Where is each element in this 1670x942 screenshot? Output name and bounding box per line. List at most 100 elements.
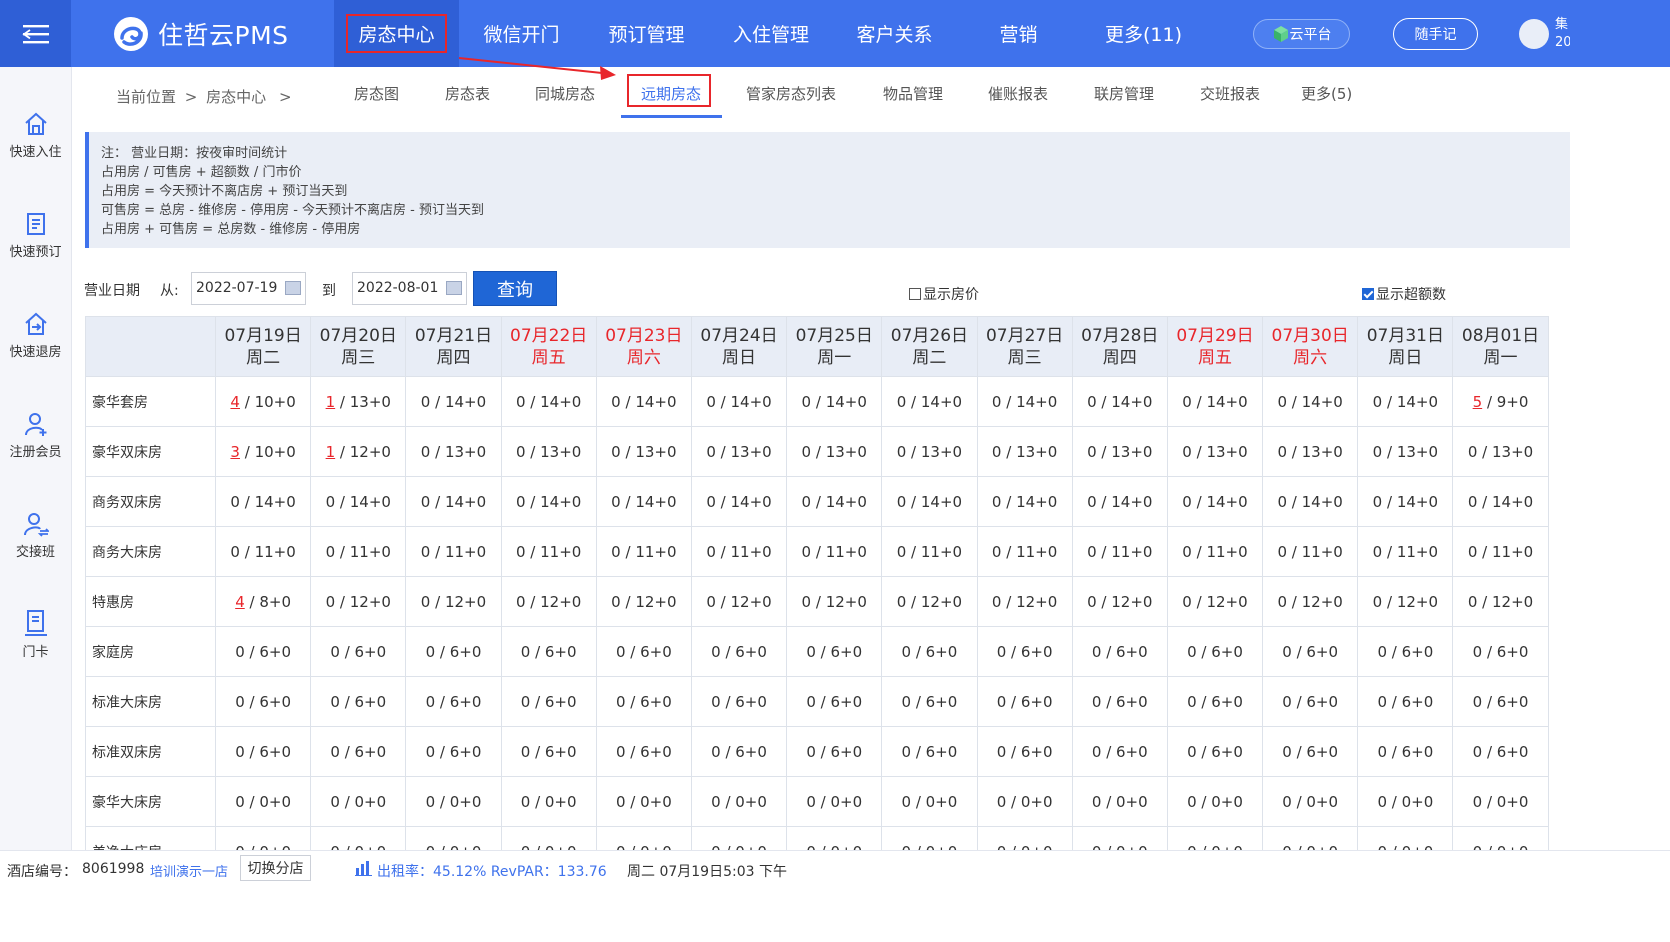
available-count: 14+0 <box>540 492 582 511</box>
note-line: 可售房 = 总房 - 维修房 - 停用房 - 今天预计不离店房 - 预订当天到 <box>101 203 484 218</box>
user-name[interactable]: 集20 <box>1555 16 1570 52</box>
nav-marketing[interactable]: 营销 <box>956 0 1081 67</box>
available-count: 14+0 <box>1016 492 1058 511</box>
date-header: 07月22日 周五 <box>500 316 597 377</box>
available-count: 13+0 <box>1016 442 1058 461</box>
calendar-icon[interactable] <box>446 281 462 295</box>
available-count: 6+0 <box>640 742 672 761</box>
nav-checkin[interactable]: 入住管理 <box>709 0 833 67</box>
availability-cell: 0 / 6+0 <box>214 676 312 727</box>
date-label: 07月23日 <box>605 325 683 346</box>
nav-customer[interactable]: 客户关系 <box>833 0 956 67</box>
availability-cell: 0 / 6+0 <box>976 626 1073 677</box>
hotel-name[interactable]: 培训演示一店 <box>150 861 228 880</box>
nav-more[interactable]: 更多(11) <box>1081 0 1206 67</box>
sidebar-item-shift-handover[interactable]: 交接班 <box>0 511 71 560</box>
occupied-count: 0 <box>1372 392 1383 411</box>
availability-cell: 0 / 14+0 <box>595 476 692 527</box>
occupied-count: 0 <box>1472 792 1483 811</box>
tab-housekeeping-list[interactable]: 管家房态列表 <box>746 83 836 104</box>
occupied-count: 0 <box>425 692 436 711</box>
room-type-name: 标准大床房 <box>85 676 216 727</box>
occupied-count-link[interactable]: 4 <box>235 593 245 611</box>
date-label: 07月20日 <box>319 325 397 346</box>
occupied-count: 0 <box>706 392 716 411</box>
occupied-count-link[interactable]: 5 <box>1473 393 1483 411</box>
tab-dunning-report[interactable]: 催账报表 <box>988 83 1048 104</box>
occupied-count: 0 <box>1091 692 1102 711</box>
available-count: 11+0 <box>1301 542 1343 561</box>
checkbox-box[interactable] <box>909 288 921 300</box>
calendar-icon[interactable] <box>285 281 301 295</box>
available-count: 6+0 <box>1116 692 1148 711</box>
availability-cell: 0 / 6+0 <box>786 676 883 727</box>
sidebar-item-register-member[interactable]: 注册会员 <box>0 411 71 460</box>
availability-cell: 0 / 6+0 <box>500 726 597 777</box>
tab-items[interactable]: 物品管理 <box>883 83 943 104</box>
available-count: 0+0 <box>925 792 958 811</box>
to-date-input[interactable]: 2022-08-01 <box>352 272 467 305</box>
occupied-count: 0 <box>520 692 531 711</box>
available-count: 14+0 <box>730 492 772 511</box>
available-count: 12+0 <box>1396 592 1439 611</box>
query-button[interactable]: 查询 <box>473 271 557 306</box>
avatar[interactable] <box>1519 19 1549 49</box>
cloud-platform-button[interactable]: 云平台 <box>1253 19 1350 49</box>
occupied-count: 0 <box>235 792 245 811</box>
availability-cell: 1 / 13+0 <box>310 376 407 427</box>
availability-cell: 0 / 6+0 <box>690 626 788 677</box>
from-date-input[interactable]: 2022-07-19 <box>191 272 306 305</box>
occupied-count-link[interactable]: 4 <box>230 393 240 411</box>
occupied-count: 0 <box>515 442 526 461</box>
availability-cell: 0 / 11+0 <box>1357 526 1454 577</box>
switch-branch-button[interactable]: 切换分店 <box>240 855 311 881</box>
available-count: 11+0 <box>1016 542 1058 561</box>
occupied-count: 0 <box>801 592 812 611</box>
available-count: 6+0 <box>1401 692 1434 711</box>
tab-room-table[interactable]: 房态表 <box>445 83 490 104</box>
available-count: 14+0 <box>635 392 677 411</box>
nav-booking[interactable]: 预订管理 <box>584 0 709 67</box>
availability-cell: 0 / 14+0 <box>595 376 692 427</box>
app-logo[interactable]: 住哲云PMS <box>112 14 289 54</box>
available-count: 0+0 <box>735 792 767 811</box>
occupied-count-link[interactable]: 1 <box>326 393 336 411</box>
show-overbooking-checkbox[interactable]: 显示超额数 <box>1362 284 1446 304</box>
available-count: 0+0 <box>544 792 577 811</box>
availability-cell: 0 / 13+0 <box>881 426 978 477</box>
tab-more[interactable]: 更多(5) <box>1301 83 1352 104</box>
checkbox-box[interactable] <box>1362 288 1374 300</box>
sidebar-item-door-card[interactable]: 门卡 <box>0 609 71 660</box>
sidebar-item-quick-checkin[interactable]: 快速入住 <box>0 111 71 160</box>
breadcrumb-current[interactable]: 房态中心 <box>206 88 266 106</box>
sidebar-item-quick-checkout[interactable]: 快速退房 <box>0 311 71 360</box>
availability-cell: 0 / 6+0 <box>1357 676 1454 727</box>
nav-wechat-unlock[interactable]: 微信开门 <box>459 0 584 67</box>
nav-room-center[interactable]: 房态中心 <box>334 0 459 67</box>
occupied-count-link[interactable]: 3 <box>230 443 240 461</box>
occupied-count: 0 <box>520 792 531 811</box>
tab-room-map[interactable]: 房态图 <box>354 83 399 104</box>
availability-cell: 0 / 6+0 <box>405 626 502 677</box>
available-count: 6+0 <box>925 692 958 711</box>
tab-linked-rooms[interactable]: 联房管理 <box>1094 83 1154 104</box>
show-price-checkbox[interactable]: 显示房价 <box>909 284 979 304</box>
menu-toggle-button[interactable] <box>0 0 71 67</box>
occupied-count: 0 <box>420 592 431 611</box>
available-count: 13+0 <box>920 442 963 461</box>
occupied-count-link[interactable]: 1 <box>326 443 336 461</box>
available-count: 14+0 <box>730 392 772 411</box>
available-count: 13+0 <box>635 442 677 461</box>
occupied-count: 0 <box>230 492 240 511</box>
memo-button[interactable]: 随手记 <box>1393 18 1478 50</box>
date-header: 07月21日 周四 <box>405 316 502 377</box>
sidebar-item-quick-booking[interactable]: 快速预订 <box>0 211 71 260</box>
available-count: 14+0 <box>1206 392 1248 411</box>
available-count: 0+0 <box>1306 792 1339 811</box>
occupied-count: 0 <box>1277 392 1288 411</box>
tab-city-rooms[interactable]: 同城房态 <box>535 83 595 104</box>
current-datetime: 周二 07月19日5:03 下午 <box>627 864 787 880</box>
tab-shift-report[interactable]: 交班报表 <box>1200 83 1260 104</box>
occupied-count: 0 <box>1277 592 1288 611</box>
available-count: 0+0 <box>259 792 291 811</box>
